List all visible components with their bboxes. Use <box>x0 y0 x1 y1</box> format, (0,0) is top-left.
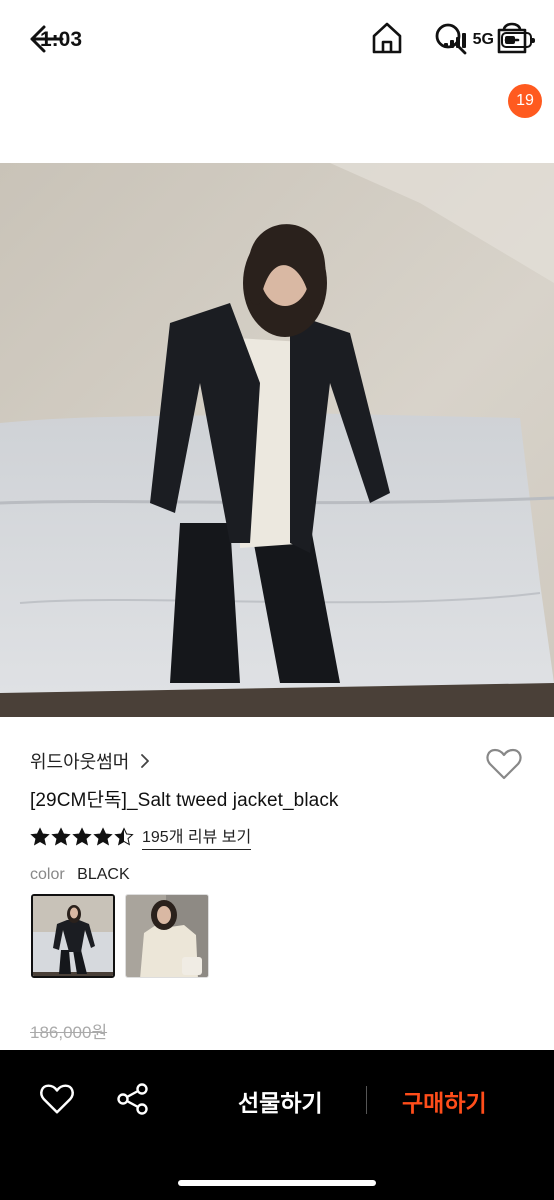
product-main-image[interactable] <box>0 163 554 717</box>
color-option-black-thumbnail[interactable] <box>31 894 115 978</box>
cart-count-badge[interactable]: 19 <box>508 84 542 118</box>
shopping-bag-icon[interactable] <box>492 18 532 58</box>
review-count-link[interactable]: 195개 리뷰 보기 <box>142 823 252 850</box>
brand-link[interactable]: 위드아웃썸머 <box>30 748 151 774</box>
product-title: [29CM단독]_Salt tweed jacket_black <box>30 790 339 811</box>
bottom-action-bar <box>0 1050 554 1200</box>
star-icon <box>30 826 50 845</box>
bottom-heart-icon[interactable] <box>38 1080 76 1118</box>
selected-color-value: BLACK <box>77 866 130 883</box>
brand-name: 위드아웃썸머 <box>30 752 130 772</box>
top-nav-bar <box>0 82 554 162</box>
color-selector-row: color BLACK <box>30 866 130 884</box>
color-label: color <box>30 866 65 883</box>
buy-button[interactable]: 구매하기 <box>402 1084 487 1118</box>
star-icon <box>114 826 134 845</box>
star-icon <box>72 826 92 845</box>
wishlist-heart-icon[interactable] <box>484 744 524 784</box>
gift-button[interactable]: 선물하기 <box>238 1084 323 1118</box>
star-rating <box>30 826 134 847</box>
home-icon[interactable] <box>367 18 407 58</box>
star-icon <box>93 826 113 845</box>
share-icon[interactable] <box>114 1080 152 1118</box>
bottom-bar-divider <box>366 1086 367 1114</box>
rating-row: 195개 리뷰 보기 <box>30 823 252 850</box>
original-price: 186,000원 <box>30 1023 108 1042</box>
chevron-right-icon <box>139 754 151 768</box>
star-icon <box>51 826 71 845</box>
color-option-ivory-thumbnail[interactable] <box>125 894 209 978</box>
home-indicator[interactable] <box>178 1180 376 1186</box>
search-icon[interactable] <box>430 18 470 58</box>
network-label: 5G <box>472 31 494 48</box>
back-arrow-icon[interactable] <box>26 18 68 60</box>
status-bar: 1:03 5G <box>0 0 554 80</box>
